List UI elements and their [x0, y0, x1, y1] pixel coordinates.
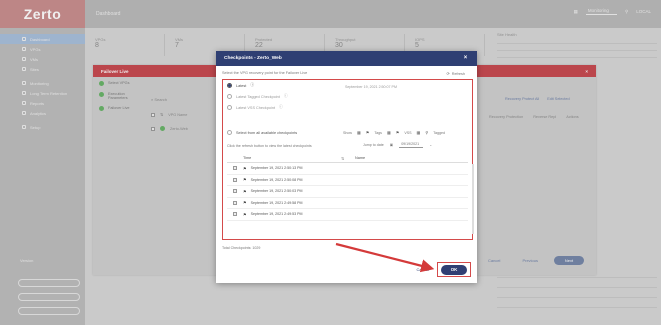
row-checkbox[interactable] [233, 189, 237, 194]
grid-icon[interactable]: ▦ [357, 130, 361, 135]
table-row[interactable]: ⚑ September 19, 2021 2:50:13 PM [227, 163, 468, 175]
option-label: Latest Tagged Checkpoint [236, 94, 280, 99]
row-checkbox[interactable] [233, 177, 237, 182]
option-latest-tagged[interactable]: Latest Tagged Checkpoint ⓘ [227, 94, 288, 99]
option-label: Select from all available checkpoints [236, 130, 298, 135]
ok-button[interactable]: OK [441, 264, 467, 275]
table-row[interactable]: ⚑ September 19, 2021 2:50:03 PM [227, 186, 468, 198]
jump-to-date: Jump to date ▣ 09/19/2021 ⌄ [363, 142, 432, 148]
checkpoint-time: September 19, 2021 2:50:13 PM [250, 166, 303, 171]
radio-unselected[interactable] [227, 105, 232, 110]
info-icon: ⓘ [250, 83, 255, 87]
refresh-icon: ⟳ [446, 72, 450, 76]
checkpoint-time: September 19, 2021 2:49:58 PM [250, 200, 303, 205]
row-checkbox[interactable] [233, 212, 237, 217]
refresh-button[interactable]: ⟳ Refresh [446, 71, 465, 77]
date-input[interactable]: 09/19/2021 [399, 142, 424, 148]
ok-highlight-box: OK [437, 262, 471, 277]
flag-icon: ⚑ [243, 211, 247, 217]
flag-icon: ⚑ [243, 200, 247, 206]
user-icon[interactable]: ⚲ [425, 130, 428, 135]
flag-icon[interactable]: ⚑ [366, 130, 370, 135]
row-checkbox[interactable] [233, 166, 237, 171]
checkpoints-dialog: Checkpoints - Zerto_Web × Select the VPG… [216, 51, 477, 283]
checkpoints-table: Time ⇅ Name ⚑ September 19, 2021 2:50:13 … [227, 154, 474, 234]
radio-unselected[interactable] [227, 130, 232, 135]
table-row[interactable]: ⚑ September 19, 2021 2:49:53 PM [227, 209, 468, 221]
table-header: Time ⇅ Name [227, 154, 468, 163]
dialog-title: Checkpoints - Zerto_Web [224, 56, 282, 61]
flag-icon: ⚑ [243, 165, 247, 171]
dialog-footer: Cancel OK [417, 262, 471, 277]
column-name[interactable]: Name [355, 156, 468, 160]
table-row[interactable]: ⚑ September 19, 2021 2:49:58 PM [227, 198, 468, 209]
option-label: Latest VSS Checkpoint [236, 105, 276, 110]
checkpoint-time: September 19, 2021 2:49:53 PM [250, 212, 303, 217]
chevron-down-icon[interactable]: ⌄ [429, 143, 432, 147]
filter-label: Show [343, 130, 352, 135]
info-icon: ⓘ [283, 94, 288, 98]
refresh-hint: Click the refresh button to view the lat… [227, 144, 312, 148]
refresh-label: Refresh [451, 71, 465, 76]
flag-icon: ⚑ [243, 177, 247, 183]
close-icon[interactable]: × [462, 55, 469, 62]
flag-icon[interactable]: ⚑ [396, 130, 400, 135]
flag-icon: ⚑ [243, 188, 247, 194]
option-select-from-all[interactable]: Select from all available checkpoints [227, 130, 297, 135]
info-icon: ⓘ [279, 105, 283, 109]
checkpoint-count: Total Checkpoints: 1029 [222, 246, 261, 250]
table-row[interactable]: ⚑ September 19, 2021 2:50:08 PM [227, 175, 468, 186]
latest-checkpoint-date: September 19, 2021 2:50:07 PM [345, 85, 397, 89]
row-checkbox[interactable] [233, 200, 237, 205]
cancel-button[interactable]: Cancel [417, 267, 429, 272]
option-label: Latest [236, 83, 247, 88]
filter-label: Tagged [433, 130, 446, 135]
checkpoint-filters: Show ▦ ⚑ Tags ▦ ⚑ VSS ▦ ⚲ Tagged [343, 130, 445, 135]
checkpoint-time: September 19, 2021 2:50:08 PM [250, 177, 303, 182]
grid-icon[interactable]: ▦ [417, 130, 421, 135]
checkpoint-selection-highlight: Latest ⓘ September 19, 2021 2:50:07 PM La… [222, 79, 474, 240]
column-time[interactable]: Time [243, 156, 341, 160]
calendar-icon[interactable]: ▣ [390, 143, 393, 147]
option-latest-vss[interactable]: Latest VSS Checkpoint ⓘ [227, 105, 283, 110]
radio-selected[interactable] [227, 83, 232, 88]
grid-icon[interactable]: ▦ [387, 130, 391, 135]
dialog-header: Checkpoints - Zerto_Web × [216, 51, 477, 66]
filter-label: Tags [374, 130, 382, 135]
jump-label: Jump to date [363, 143, 384, 147]
sort-icon[interactable]: ⇅ [341, 156, 355, 161]
dialog-description: Select the VPG recovery point for the Fa… [222, 71, 308, 75]
table-scrollbar[interactable] [472, 164, 474, 234]
checkpoint-time: September 19, 2021 2:50:03 PM [250, 189, 303, 194]
radio-unselected[interactable] [227, 94, 232, 99]
filter-label: VSS [404, 130, 412, 135]
option-latest[interactable]: Latest ⓘ [227, 83, 254, 88]
